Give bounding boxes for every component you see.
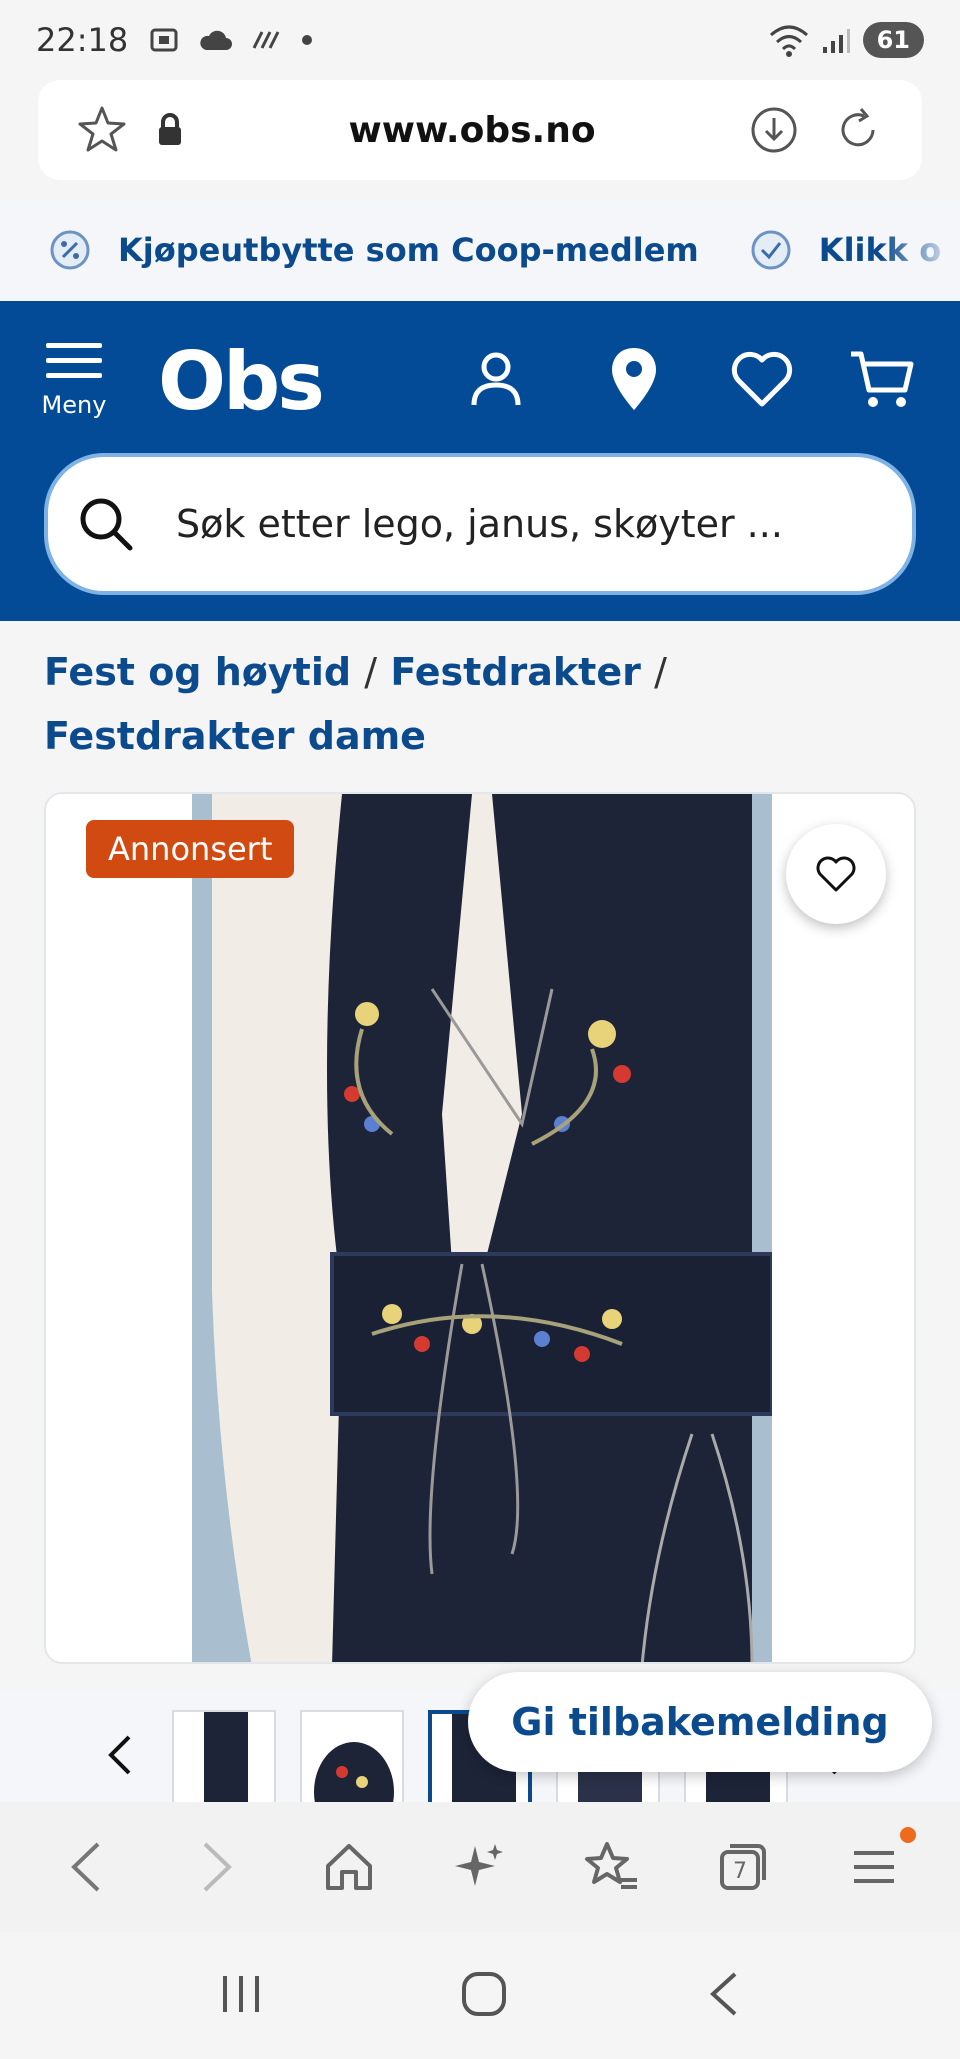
favorites-heart-icon[interactable] — [726, 343, 798, 415]
cloud-icon — [200, 30, 233, 50]
bookmarks-button[interactable] — [579, 1835, 643, 1899]
arrow-forward-icon — [203, 1842, 233, 1892]
promo-fade — [880, 200, 960, 300]
location-pin-icon[interactable] — [598, 343, 670, 415]
check-badge-icon — [751, 230, 791, 270]
forward-button[interactable] — [185, 1835, 249, 1899]
product-image-card[interactable]: Annonsert — [44, 792, 916, 1664]
account-icon[interactable] — [460, 343, 532, 415]
tabs-icon: 7 — [719, 1844, 766, 1890]
thumbnail-2[interactable] — [300, 1710, 404, 1802]
search-icon — [80, 498, 133, 551]
home-button[interactable] — [317, 1835, 381, 1899]
status-notification-icons — [148, 24, 314, 56]
battery-indicator: 61 — [862, 22, 924, 58]
feedback-button[interactable]: Gi tilbakemelding — [468, 1672, 932, 1772]
obs-logo[interactable]: Obs — [158, 335, 325, 428]
menu-button[interactable]: Meny — [38, 341, 110, 419]
lock-icon — [142, 102, 198, 158]
nfc-icon — [252, 31, 280, 49]
breadcrumb-link-festdrakter[interactable]: Festdrakter — [390, 650, 641, 694]
sponsored-badge: Annonsert — [86, 820, 295, 878]
breadcrumb-link-fest[interactable]: Fest og høytid — [44, 650, 351, 694]
dot-icon — [302, 35, 313, 45]
signal-icon — [822, 29, 850, 53]
ai-assist-button[interactable] — [448, 1835, 512, 1899]
breadcrumb-link-festdrakter-dame[interactable]: Festdrakter dame — [44, 714, 426, 758]
percent-badge-icon — [50, 230, 90, 270]
recent-apps-button[interactable] — [219, 1972, 263, 2020]
site-header: Meny Obs Søk etter lego, janus, skøyter … — [0, 301, 960, 621]
star-icon[interactable] — [74, 102, 130, 158]
thumbnail-1[interactable] — [172, 1710, 276, 1802]
hamburger-icon — [46, 343, 102, 378]
back-chevron-icon — [710, 1972, 737, 2015]
reload-icon[interactable] — [830, 102, 886, 158]
tabs-button[interactable]: 7 — [711, 1835, 775, 1899]
search-placeholder[interactable]: Søk etter lego, janus, skøyter ... — [176, 502, 783, 546]
add-to-favorites-button[interactable] — [786, 824, 886, 924]
home-circle-icon — [461, 1971, 506, 2016]
cart-icon[interactable] — [846, 343, 918, 415]
home-icon — [325, 1844, 372, 1890]
browser-menu-button[interactable] — [842, 1827, 917, 1899]
back-button[interactable] — [54, 1835, 118, 1899]
status-time: 22:18 — [36, 21, 129, 59]
product-photo-bunad[interactable] — [192, 794, 772, 1662]
thumbnail-prev-button[interactable] — [94, 1730, 144, 1780]
promo-item-coop[interactable]: Kjøpeutbytte som Coop-medlem — [48, 228, 699, 272]
browser-toolbar: 7 — [0, 1802, 960, 1932]
screenshot-icon — [150, 28, 178, 52]
star-list-icon — [585, 1842, 638, 1889]
breadcrumb-separator: / — [364, 650, 378, 694]
address-bar[interactable]: www.obs.no — [38, 80, 922, 180]
sparkle-icon — [454, 1844, 503, 1886]
system-navigation-bar — [0, 1932, 960, 2059]
system-back-button[interactable] — [705, 1970, 741, 2022]
chevron-left-icon — [108, 1735, 131, 1775]
download-icon[interactable] — [746, 102, 802, 158]
system-home-button[interactable] — [460, 1970, 508, 2022]
notification-dot — [900, 1827, 917, 1843]
heart-icon — [816, 856, 856, 892]
breadcrumb-separator: / — [654, 650, 667, 694]
url-text[interactable]: www.obs.no — [198, 110, 746, 151]
tab-count: 7 — [733, 1859, 747, 1884]
promo-strip[interactable]: Kjøpeutbytte som Coop-medlem Klikk o — [0, 200, 960, 300]
breadcrumb: Fest og høytid / Festdrakter / Festdrakt… — [44, 640, 916, 768]
arrow-back-icon — [70, 1842, 100, 1892]
promo-text-coop: Kjøpeutbytte som Coop-medlem — [118, 231, 699, 269]
search-field[interactable]: Søk etter lego, janus, skøyter ... — [44, 453, 916, 595]
status-bar: 22:18 61 — [0, 0, 960, 80]
wifi-icon — [769, 25, 808, 57]
recents-icon — [222, 1975, 259, 2012]
menu-lines-icon — [854, 1851, 895, 1883]
menu-label: Meny — [41, 391, 107, 419]
